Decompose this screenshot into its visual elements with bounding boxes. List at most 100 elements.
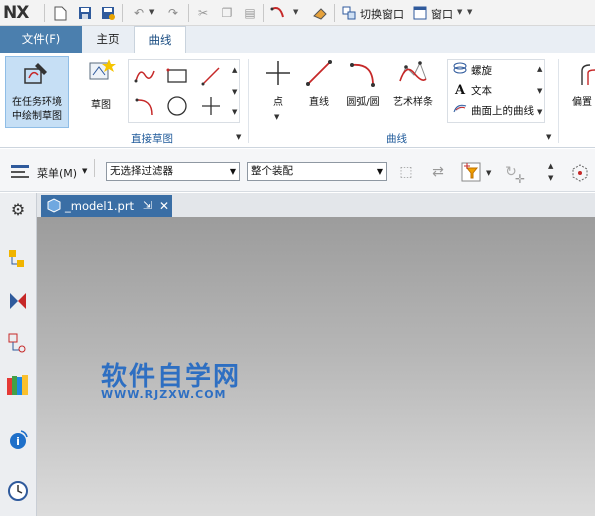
- web-browser-icon[interactable]: i: [6, 427, 30, 451]
- separator: [94, 159, 95, 177]
- curve-on-surface-item[interactable]: 曲面上的曲线: [452, 102, 534, 120]
- arc-circle-button[interactable]: 圆弧/圆: [342, 59, 384, 109]
- watermark-url: WWW.RJZXW.COM: [101, 388, 227, 401]
- sketch-icon: [87, 57, 117, 88]
- text-icon: A: [454, 83, 466, 98]
- reuse-library-icon[interactable]: [6, 373, 30, 397]
- sketch-task-icon: [23, 61, 51, 90]
- history-clock-icon[interactable]: [6, 479, 30, 503]
- curve-list-expand-icon[interactable]: ▼: [537, 108, 542, 116]
- redo-icon[interactable]: ↷: [165, 5, 181, 21]
- direct-sketch-group-label: 直接草图: [131, 133, 173, 145]
- curve-list-down-icon[interactable]: ▼: [537, 87, 542, 95]
- window-menu-label[interactable]: 窗口: [431, 6, 453, 22]
- customize-dropdown-icon[interactable]: ▼: [467, 8, 472, 16]
- arc-icon: [349, 59, 377, 90]
- window-dropdown-icon[interactable]: ▼: [457, 8, 462, 16]
- point-label: 点: [273, 97, 283, 108]
- undo-icon[interactable]: ↶: [131, 5, 147, 21]
- arc-sketch-icon[interactable]: [133, 94, 157, 118]
- type-filter-select[interactable]: 无选择过滤器 ▼: [106, 162, 240, 181]
- more-up-icon[interactable]: ▲: [548, 162, 553, 170]
- graphics-viewport[interactable]: 软件自学网 WWW.RJZXW.COM: [37, 217, 595, 516]
- point-button[interactable]: 点 ▼: [262, 59, 294, 123]
- cut-icon[interactable]: ✂: [195, 5, 211, 21]
- point-dropdown-icon[interactable]: ▼: [274, 113, 279, 121]
- part-navigator-icon[interactable]: [6, 331, 30, 355]
- tab-curve[interactable]: 曲线: [134, 26, 186, 54]
- undo-dropdown-icon[interactable]: ▼: [149, 8, 154, 16]
- text-item[interactable]: A 文本: [452, 82, 492, 100]
- curve-tool-dropdown-icon[interactable]: ▼: [293, 8, 298, 16]
- quick-access-toolbar: NX ↶ ▼ ↷ ✂ ❐ ▤ ▼ 切换窗口 窗口 ▼ ▼: [0, 0, 595, 26]
- selection-bar: 菜单(M) ▼ 无选择过滤器 ▼ 整个装配 ▼ ⬚ ⇄ ▼ ↻ ✛ ▲ ▼: [0, 149, 595, 192]
- select-all-icon[interactable]: ⇄: [428, 162, 448, 182]
- gallery-expand-icon[interactable]: ▼: [232, 108, 237, 116]
- task-env-label-1: 在任务环境: [12, 97, 62, 108]
- rectangle-icon[interactable]: [165, 64, 189, 88]
- document-tab[interactable]: _model1.prt ⇲ ✕: [41, 195, 172, 217]
- snap-filter-icon[interactable]: [461, 162, 481, 182]
- separator: [263, 4, 264, 22]
- document-tab-label: _model1.prt: [65, 199, 135, 213]
- profile-icon[interactable]: [133, 64, 157, 88]
- constraint-navigator-icon[interactable]: [6, 289, 30, 313]
- snap-filter-dropdown-icon[interactable]: ▼: [486, 169, 491, 177]
- close-icon[interactable]: ✕: [159, 195, 169, 217]
- point-sketch-icon[interactable]: [199, 94, 223, 118]
- studio-spline-button[interactable]: 艺术样条: [388, 59, 438, 109]
- curve-on-surface-icon: [452, 102, 468, 120]
- nx-logo: NX: [3, 3, 29, 23]
- curve-list-gallery: 螺旋 A 文本 曲面上的曲线 ▲ ▼ ▼: [447, 59, 545, 123]
- sketch-button[interactable]: 草图: [84, 57, 118, 117]
- more-down-icon[interactable]: ▼: [548, 174, 553, 182]
- tab-options-icon[interactable]: ⇲: [143, 195, 152, 217]
- circle-sketch-icon[interactable]: [165, 94, 189, 118]
- paste-icon[interactable]: ▤: [242, 5, 258, 21]
- helix-icon: [452, 62, 468, 80]
- menu-button[interactable]: 菜单(M) ▼: [10, 162, 90, 182]
- view-cube-icon[interactable]: [570, 162, 590, 182]
- point-snap-icon[interactable]: ✛: [510, 169, 530, 189]
- save-icon[interactable]: [77, 5, 93, 21]
- tab-file[interactable]: 文件(F): [0, 26, 82, 53]
- selection-filter-icon[interactable]: ⬚: [396, 162, 416, 182]
- save-all-icon[interactable]: [100, 5, 116, 21]
- selection-scope-select[interactable]: 整个装配 ▼: [247, 162, 387, 181]
- point-icon: [265, 59, 291, 90]
- curve-group-dropdown-icon[interactable]: ▼: [546, 133, 551, 141]
- ribbon-panel: 在任务环境 中绘制草图 草图 ▲ ▼ ▼ 直接草图 ▼ 点 ▼ 直线 圆弧/圆 …: [0, 53, 595, 184]
- separator: [334, 4, 335, 22]
- chevron-down-icon: ▼: [229, 167, 236, 176]
- group-separator: [558, 59, 559, 143]
- arc-circle-label: 圆弧/圆: [346, 97, 380, 108]
- new-file-icon[interactable]: [52, 5, 68, 21]
- copy-icon[interactable]: ❐: [219, 5, 235, 21]
- text-label: 文本: [471, 85, 492, 97]
- studio-spline-icon: [398, 59, 428, 90]
- switch-window-icon[interactable]: [341, 5, 357, 21]
- direct-sketch-group-dropdown-icon[interactable]: ▼: [236, 133, 241, 141]
- sketch-in-task-environment-button[interactable]: 在任务环境 中绘制草图: [5, 56, 69, 128]
- assembly-navigator-icon[interactable]: [6, 247, 30, 271]
- helix-item[interactable]: 螺旋: [452, 62, 492, 80]
- type-filter-value: 无选择过滤器: [110, 165, 173, 177]
- tab-home[interactable]: 主页: [82, 26, 134, 53]
- eraser-icon[interactable]: [312, 5, 328, 21]
- curve-group-label: 曲线: [386, 133, 407, 145]
- selection-scope-value: 整个装配: [251, 165, 293, 177]
- offset-curve-button[interactable]: 偏置: [568, 59, 595, 115]
- settings-gear-icon[interactable]: ⚙: [6, 197, 30, 221]
- line-sketch-icon[interactable]: [199, 64, 223, 88]
- separator: [44, 4, 45, 22]
- offset-icon: [572, 61, 595, 90]
- curve-tool-icon[interactable]: [270, 5, 286, 21]
- line-button[interactable]: 直线: [302, 59, 336, 109]
- curve-list-up-icon[interactable]: ▲: [537, 65, 542, 73]
- gallery-scroll-up-icon[interactable]: ▲: [232, 66, 237, 74]
- gallery-scroll-down-icon[interactable]: ▼: [232, 88, 237, 96]
- task-env-label-2: 中绘制草图: [12, 111, 62, 122]
- switch-window-label[interactable]: 切换窗口: [360, 6, 404, 22]
- window-icon[interactable]: [412, 5, 428, 21]
- curve-on-surface-label: 曲面上的曲线: [471, 105, 534, 117]
